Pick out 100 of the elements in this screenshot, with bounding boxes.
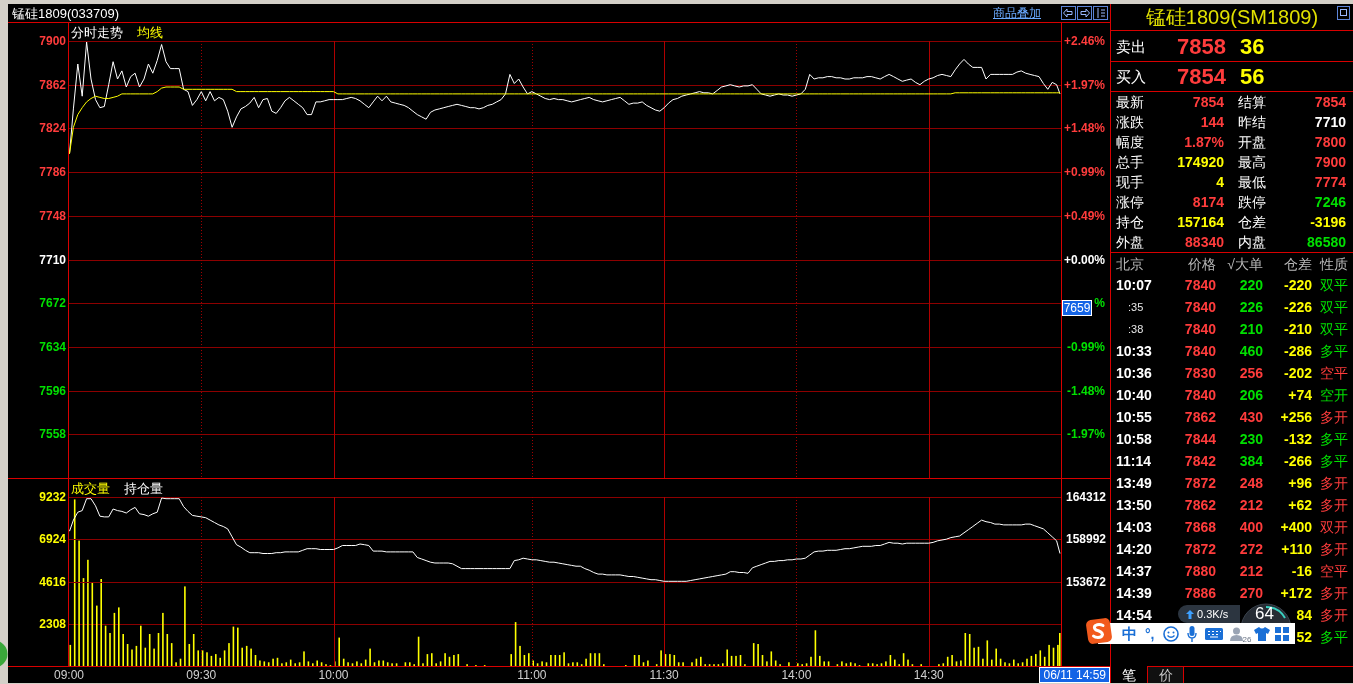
field-label: 涨跌: [1116, 114, 1145, 130]
field-label: 昨结: [1238, 114, 1267, 130]
field-label: 内盘: [1238, 234, 1267, 250]
trade-volume: 230: [1239, 431, 1263, 447]
field-value: 86580: [1307, 234, 1346, 250]
quote-volume: 56: [1240, 64, 1265, 89]
field-label: 持仓: [1116, 214, 1145, 230]
price-axis-label: 7786: [39, 165, 66, 180]
price-axis-label: 7900: [39, 34, 66, 48]
price-axis-label: 7634: [39, 339, 66, 354]
percent-axis-label: -1.48%: [1066, 383, 1105, 398]
gauge-reading: 64: [1255, 605, 1274, 622]
trade-volume: 460: [1239, 343, 1263, 359]
position-change: +400: [1280, 519, 1312, 535]
field-label: 涨停: [1116, 194, 1145, 210]
volume-axis-label: 2308: [39, 616, 66, 631]
field-label: 外盘: [1116, 234, 1145, 250]
time-axis-label: 09:30: [186, 668, 217, 682]
percent-axis-label: +0.99%: [1063, 165, 1105, 180]
field-value: 8174: [1192, 194, 1224, 210]
price-axis-label: 7710: [39, 252, 66, 267]
trade-type: 多平: [1320, 629, 1348, 645]
trade-volume: 384: [1239, 453, 1263, 469]
quote-label: 买入: [1116, 68, 1147, 85]
trade-volume: 256: [1239, 365, 1263, 381]
trade-time: 14:20: [1116, 541, 1152, 557]
user-count-label: 26: [1242, 635, 1252, 644]
trade-time: 14:39: [1116, 585, 1152, 601]
field-value: 88340: [1185, 234, 1224, 250]
position-change: 52: [1296, 629, 1312, 645]
trade-time: 14:37: [1116, 563, 1152, 579]
trade-type: 多开: [1320, 475, 1348, 491]
price-axis-label: 7748: [39, 208, 66, 223]
field-value: 7854: [1192, 94, 1224, 110]
trade-volume: 400: [1239, 519, 1263, 535]
trade-volume: 272: [1239, 541, 1263, 557]
trade-time: 10:36: [1116, 365, 1152, 381]
column-header: 价格: [1188, 255, 1216, 272]
position-change: -202: [1283, 365, 1312, 381]
field-value: 7774: [1314, 174, 1346, 190]
field-value: 7900: [1314, 154, 1346, 170]
quote-volume: 36: [1240, 34, 1265, 59]
trade-price: 7840: [1184, 343, 1216, 359]
trade-price: 7886: [1184, 585, 1216, 601]
time-axis-label: 14:00: [781, 668, 812, 682]
trade-time: 13:49: [1116, 475, 1152, 491]
time-axis-label: 11:00: [517, 668, 547, 682]
trade-time: :35: [1128, 300, 1144, 314]
trade-time: 10:40: [1116, 387, 1152, 403]
trade-volume: 248: [1239, 475, 1263, 491]
percent-axis-label: +2.46%: [1063, 34, 1105, 48]
volume-axis-label: 6924: [39, 532, 66, 547]
percent-axis-label: +1.97%: [1063, 77, 1105, 92]
column-header: 性质: [1320, 255, 1348, 272]
trade-type: 多开: [1320, 585, 1348, 601]
field-value: 1.87%: [1184, 134, 1224, 150]
field-value: 7854: [1314, 94, 1346, 110]
trade-type: 多开: [1320, 409, 1348, 425]
cursor-price-label: 7659: [1062, 300, 1092, 316]
trade-type: 双平: [1320, 299, 1348, 315]
field-label: 结算: [1238, 94, 1267, 110]
field-label: 仓差: [1238, 214, 1267, 230]
trade-volume: 212: [1239, 563, 1263, 579]
quote-price: 7858: [1177, 34, 1226, 59]
trade-type: 多开: [1320, 541, 1348, 557]
time-axis-label: 10:00: [318, 668, 349, 682]
volume-axis-label: 9232: [39, 490, 66, 504]
trade-time: 10:07: [1116, 277, 1152, 293]
field-value: 7800: [1314, 134, 1346, 150]
position-change: +110: [1281, 541, 1312, 557]
trade-volume: 220: [1239, 277, 1263, 293]
trade-type: 空平: [1320, 563, 1348, 579]
position-change: -210: [1283, 321, 1312, 337]
field-value: 7710: [1314, 114, 1346, 130]
field-value: 4: [1216, 174, 1224, 190]
position-change: -132: [1283, 431, 1312, 447]
quote-price: 7854: [1177, 64, 1226, 89]
column-header: 北京: [1116, 255, 1144, 272]
trade-volume: 430: [1239, 409, 1263, 425]
window-title: 锰硅1809(033709): [12, 5, 119, 21]
cursor-time-label: 06/11 14:59: [1039, 667, 1110, 683]
position-change: -220: [1283, 277, 1312, 293]
trade-time: 14:54: [1116, 607, 1152, 623]
trade-time: 14:03: [1116, 519, 1152, 535]
column-header: 仓差: [1284, 255, 1312, 272]
trade-price: 7880: [1184, 563, 1216, 579]
field-value: 7246: [1314, 194, 1346, 210]
field-label: 最低: [1238, 174, 1267, 190]
trade-type: 多开: [1320, 607, 1348, 623]
field-label: 现手: [1116, 174, 1145, 190]
field-label: 开盘: [1238, 134, 1267, 150]
trade-volume: 206: [1239, 387, 1263, 403]
position-change: -286: [1283, 343, 1312, 359]
trade-price: 7862: [1184, 409, 1216, 425]
price-axis-label: 7596: [39, 383, 66, 398]
trade-type: 空开: [1320, 387, 1348, 403]
trade-price: 7840: [1184, 321, 1216, 337]
legend-label: 持仓量: [124, 480, 163, 496]
open-interest-axis-label: 164312: [1065, 490, 1106, 504]
trade-type: 双开: [1320, 519, 1348, 535]
